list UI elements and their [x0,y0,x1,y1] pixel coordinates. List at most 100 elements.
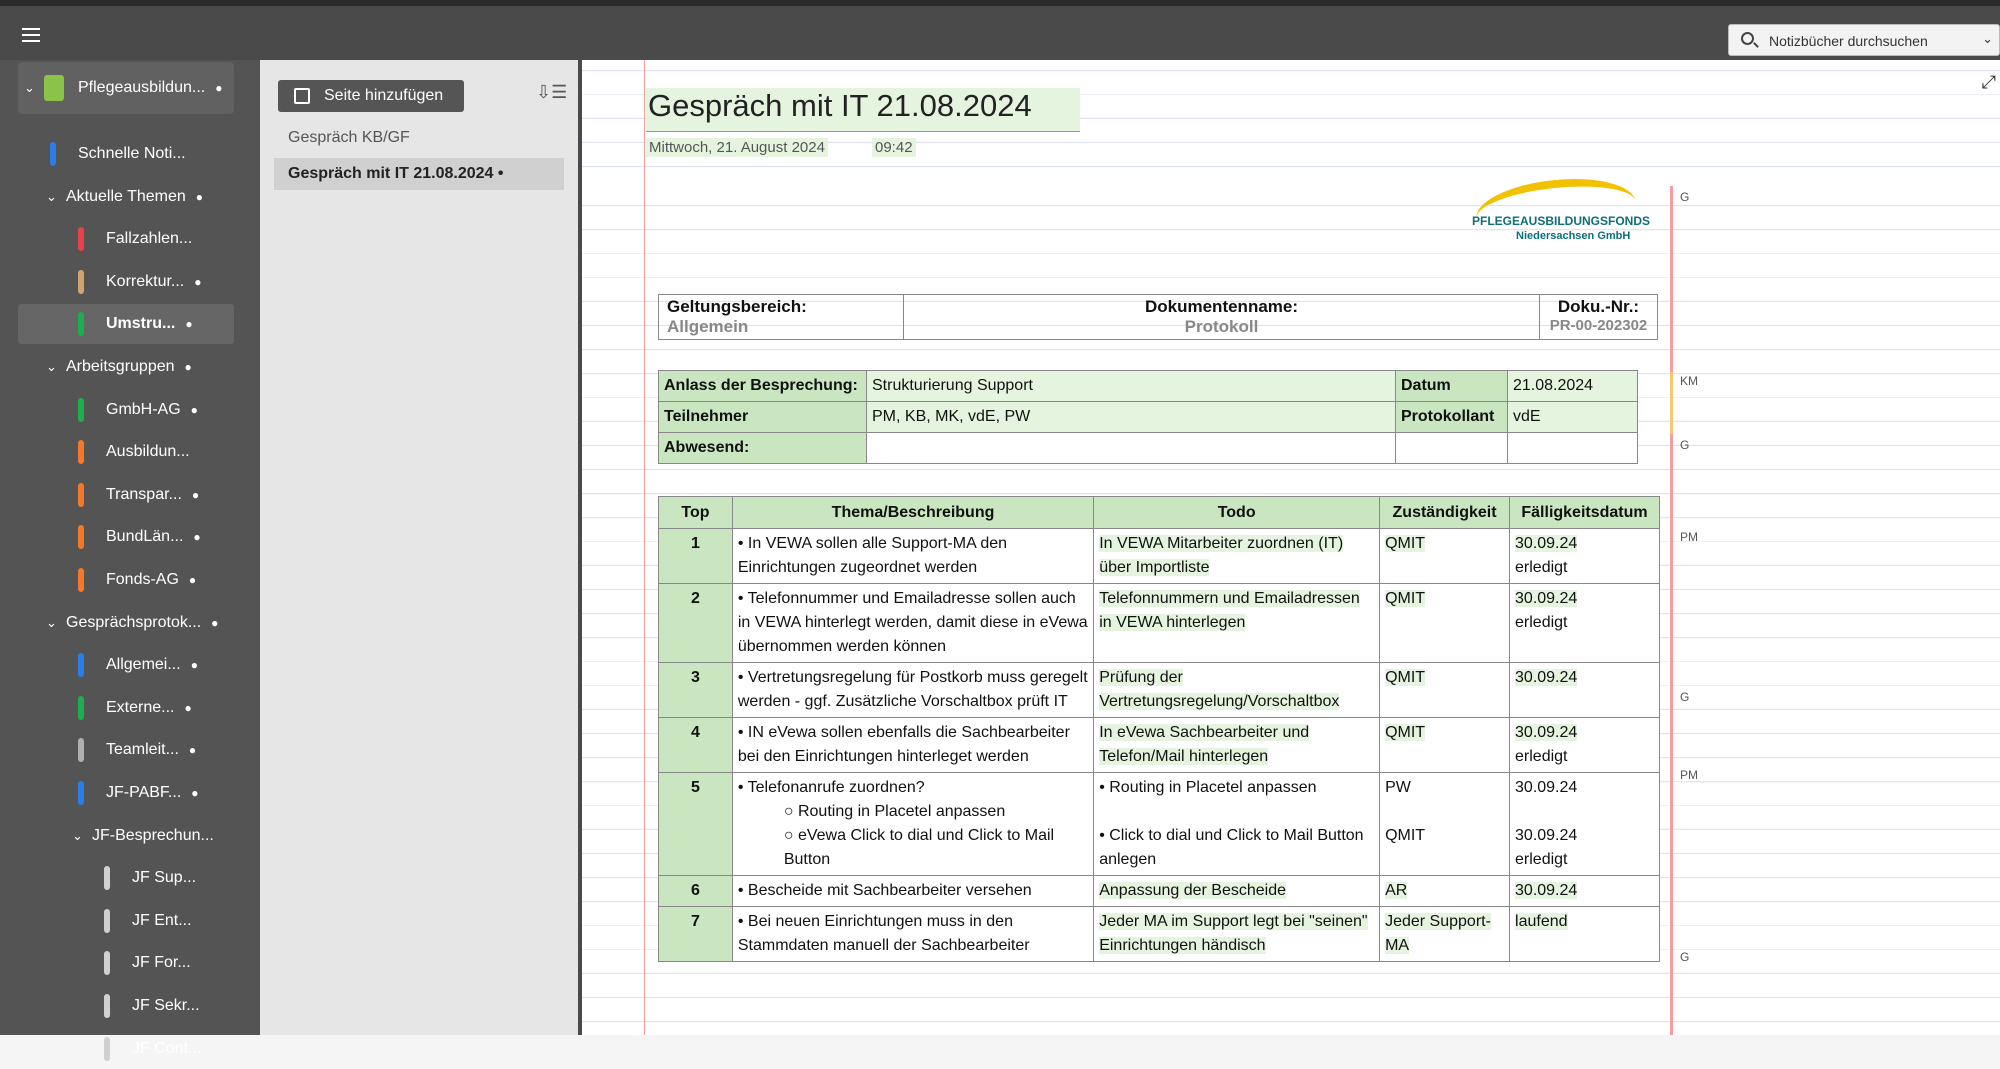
section-item[interactable]: Korrektur... ● [78,262,202,302]
section-group[interactable]: ⌄ Aktuelle Themen ● [46,177,203,217]
section-item[interactable]: Externe... ● [78,688,192,728]
topic-description[interactable]: Bei neuen Einrichtungen muss in den Stam… [731,906,1095,962]
page-item-active[interactable]: Gespräch mit IT 21.08.2024 • [274,158,564,190]
responsible[interactable]: PW QMIT [1379,772,1511,876]
chevron-down-icon[interactable]: ⌄ [24,80,44,96]
section-item[interactable]: Umstru... ● [18,304,234,345]
topic-description[interactable]: Telefonanrufe zuordnen? Routing in Placet… [731,772,1095,876]
docnr-label: Doku.-Nr.: [1557,297,1640,316]
section-item[interactable]: Transpar... ● [78,475,199,515]
due-date[interactable]: laufend [1509,906,1660,962]
notebook-sidebar: ⌄ Pflegeausbildun... ● Schnelle Noti... ⌄… [0,60,260,1061]
todo-text-text: Prüfung der Vertretungsregelung/Vorschal… [1099,669,1340,710]
todo-text[interactable]: Routing in Placetel anpassen Click to dia… [1093,772,1381,876]
section-color-tab [104,866,110,891]
section-item[interactable]: GmbH-AG ● [78,390,198,430]
top-number[interactable]: 1 [658,528,733,584]
empty-cell [1507,432,1638,464]
responsible[interactable]: QMIT [1379,583,1511,663]
chevron-down-icon[interactable]: ⌄ [46,615,66,631]
due-date[interactable]: 30.09.24 erledigt [1509,717,1660,773]
search-icon [1741,32,1754,45]
search-box[interactable]: Notizbücher durchsuchen ⌄ [1728,24,2000,56]
section-label: BundLän... [106,528,184,546]
anlass-value[interactable]: Strukturierung Support [866,370,1396,402]
responsible[interactable]: QMIT [1379,528,1511,584]
top-number[interactable]: 7 [658,906,733,962]
chevron-down-icon[interactable]: ⌄ [72,828,92,844]
page-title[interactable]: Gespräch mit IT 21.08.2024 [646,88,1080,132]
section-item[interactable]: BundLän... ● [78,517,201,557]
section-item[interactable]: Teamleit... ● [78,730,196,770]
topic-description[interactable]: IN eVewa sollen ebenfalls die Sachbearbe… [731,717,1095,773]
protokollant-label: Protokollant [1395,401,1508,433]
protokollant-value[interactable]: vdE [1507,401,1638,433]
top-number[interactable]: 3 [658,662,733,718]
section-item[interactable]: JF-PABF... ● [78,773,199,813]
page-item[interactable]: Gespräch KB/GF [274,122,564,154]
expand-icon[interactable]: ⤢ [1982,72,1996,93]
top-number-text: 3 [690,669,700,686]
table-row: 5 Telefonanrufe zuordnen? Routing in Place… [658,772,1660,876]
todo-text[interactable]: Jeder MA im Support legt bei "seinen" Ei… [1093,906,1381,962]
abwesend-value[interactable] [866,432,1396,464]
due-date-text: 30.09.24 [1515,779,1578,796]
chevron-down-icon[interactable]: ⌄ [46,189,66,205]
sort-icon[interactable]: ⇩☰ [536,82,567,103]
responsible[interactable]: Jeder Support-MA [1379,906,1511,962]
add-page-button[interactable]: Seite hinzufügen [278,80,464,112]
unsynced-dot: ● [194,274,202,289]
teilnehmer-value[interactable]: PM, KB, MK, vdE, PW [866,401,1396,433]
due-date[interactable]: 30.09.24 erledigt [1509,583,1660,663]
topic-description[interactable]: Bescheide mit Sachbearbeiter versehen [731,875,1095,907]
docname-value: Protokoll [1184,317,1259,336]
top-number[interactable]: 4 [658,717,733,773]
responsible[interactable]: QMIT [1379,662,1511,718]
todo-text[interactable]: In VEWA Mitarbeiter zuordnen (IT) über I… [1093,528,1381,584]
notebook-selector[interactable]: ⌄ Pflegeausbildun... ● [18,62,234,114]
section-color-tab [78,525,84,550]
top-number[interactable]: 5 [658,772,733,876]
add-page-label: Seite hinzufügen [324,87,444,104]
anlass-label: Anlass der Besprechung: [658,370,867,402]
search-placeholder: Notizbücher durchsuchen [1769,33,1928,49]
top-number[interactable]: 2 [658,583,733,663]
due-date[interactable]: 30.09.24 30.09.24 erledigt [1509,772,1660,876]
margin-line [644,60,645,1035]
menu-icon[interactable] [22,28,40,42]
section-group[interactable]: ⌄ JF-Besprechun... [72,816,214,856]
section-item[interactable]: JF Sup... [104,858,196,898]
note-canvas[interactable]: ⤢ Gespräch mit IT 21.08.2024 Mittwoch, 2… [582,60,2000,1035]
topic-description[interactable]: In VEWA sollen alle Support-MA den Einri… [731,528,1095,584]
due-date[interactable]: 30.09.24 [1509,662,1660,718]
section-item[interactable]: Fallzahlen... [78,219,192,259]
section-item[interactable]: Ausbildun... [78,432,190,472]
responsible[interactable]: AR [1379,875,1511,907]
section-item[interactable]: JF Ent... [104,901,192,941]
top-number-text: 7 [690,913,700,930]
chevron-down-icon[interactable]: ⌄ [1982,31,1993,47]
due-date[interactable]: 30.09.24 [1509,875,1660,907]
due-date[interactable]: 30.09.24 erledigt [1509,528,1660,584]
section-item[interactable]: JF Sekr... [104,986,200,1026]
section-label: JF Ent... [132,911,192,929]
todo-text[interactable]: In eVewa Sachbearbeiter und Telefon/Mail… [1093,717,1381,773]
section-group[interactable]: ⌄ Arbeitsgruppen ● [46,347,192,387]
todo-text[interactable]: Telefonnummern und Emailadressen in VEWA… [1093,583,1381,663]
top-number[interactable]: 6 [658,875,733,907]
datum-value[interactable]: 21.08.2024 [1507,370,1638,402]
section-group[interactable]: ⌄ Gesprächsprotok... ● [46,603,218,643]
table-row: 4 IN eVewa sollen ebenfalls die Sachbearb… [658,717,1660,773]
chevron-down-icon[interactable]: ⌄ [46,359,66,375]
topic-description[interactable]: Vertretungsregelung für Postkorb muss ge… [731,662,1095,718]
section-item[interactable]: Fonds-AG ● [78,560,196,600]
todo-text[interactable]: Prüfung der Vertretungsregelung/Vorschal… [1093,662,1381,718]
author-initials: PM [1680,768,1698,782]
section-item[interactable]: Allgemei... ● [78,645,198,685]
author-bar [1670,434,1673,1035]
section-item[interactable]: Schnelle Noti... [50,134,186,174]
responsible[interactable]: QMIT [1379,717,1511,773]
todo-text[interactable]: Anpassung der Bescheide [1093,875,1381,907]
topic-description[interactable]: Telefonnummer und Emailadresse sollen au… [731,583,1095,663]
section-item[interactable]: JF For... [104,943,191,983]
